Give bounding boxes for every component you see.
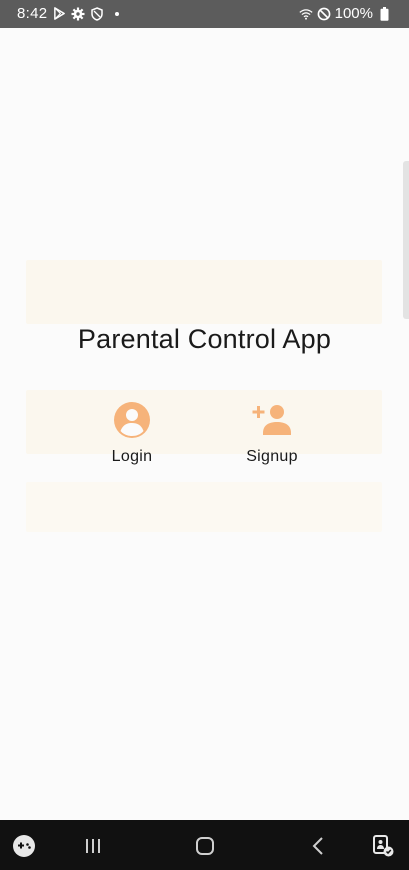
phone-screen: 8:42 100% Parental Control App Login Sig… [0,0,409,870]
signup-button[interactable]: Signup [227,400,317,466]
game-launcher-icon[interactable] [11,833,37,859]
shield-icon [90,6,104,21]
background-ghost-panel [26,390,382,454]
status-bar: 8:42 100% [0,0,409,28]
app-title: Parental Control App [77,324,332,354]
accessibility-icon[interactable] [370,833,396,859]
recent-apps-icon[interactable] [80,833,106,859]
play-store-icon [52,7,66,21]
notification-dot-icon [115,11,120,16]
wifi-icon [299,7,313,21]
back-icon[interactable] [305,833,331,859]
home-icon[interactable] [192,833,218,859]
login-label: Login [111,448,153,465]
status-time: 8:42 [17,5,48,22]
background-ghost-panel [26,260,382,324]
status-left: 8:42 [17,5,120,22]
account-circle-icon [114,402,150,438]
person-add-icon [252,405,291,435]
background-ghost-panel [26,482,382,532]
status-right: 100% [299,5,391,22]
main-content [0,28,409,820]
battery-icon [377,6,391,21]
settings-gear-icon [71,7,85,21]
do-not-disturb-icon [317,7,331,21]
login-button[interactable]: Login [87,400,177,466]
battery-percentage: 100% [334,5,373,22]
navigation-bar [0,820,409,870]
edge-panel-handle[interactable] [403,161,409,319]
signup-label: Signup [246,448,298,465]
